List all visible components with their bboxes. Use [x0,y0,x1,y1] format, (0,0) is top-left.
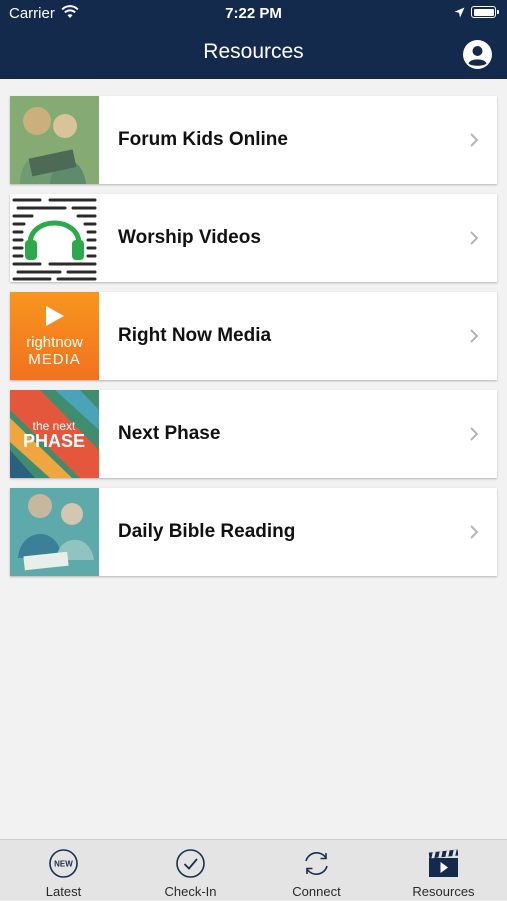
clock-time: 7:22 PM [225,5,282,22]
resource-item-label: Forum Kids Online [118,129,288,150]
kids-reading-photo [10,96,99,184]
headphones-graphic [10,194,99,282]
resource-item-label: Next Phase [118,423,221,444]
resources-list: Forum Kids Online Worship Videos rightno… [10,96,497,586]
chevron-right-icon [470,427,479,441]
logo-text-bottom: PHASE [23,431,85,451]
tab-latest[interactable]: NEW Latest [0,840,127,901]
tab-label: Check-In [164,884,217,899]
page-title: Resources [203,40,304,63]
chevron-right-icon [470,525,479,539]
tab-label: Connect [292,884,341,899]
tab-bar: NEW Latest Check-In Connect Resources [0,839,507,900]
chevron-right-icon [470,231,479,245]
resource-item-next-phase[interactable]: the next PHASE Next Phase [10,390,497,478]
tab-resources[interactable]: Resources [380,840,507,901]
children-reading-photo [10,488,99,576]
resource-item-label: Right Now Media [118,325,272,346]
resource-item-right-now-media[interactable]: rightnow MEDIA Right Now Media [10,292,497,380]
rightnow-media-logo: rightnow MEDIA [10,292,99,380]
clapperboard-icon [428,849,459,877]
checkmark-circle-icon [176,849,205,878]
resource-item-daily-bible-reading[interactable]: Daily Bible Reading [10,488,497,576]
new-badge-icon: NEW [49,849,78,878]
resource-item-forum-kids-online[interactable]: Forum Kids Online [10,96,497,184]
logo-text-bottom: MEDIA [28,351,81,368]
profile-icon[interactable] [463,40,492,69]
battery-icon [471,6,499,18]
tab-connect[interactable]: Connect [253,840,380,901]
sync-arrows-icon [305,852,328,875]
chevron-right-icon [470,329,479,343]
location-arrow-icon [454,7,465,18]
resource-item-worship-videos[interactable]: Worship Videos [10,194,497,282]
new-badge-text: NEW [54,860,73,869]
tab-label: Resources [412,884,475,899]
status-bar: Carrier 7:22 PM [0,0,507,28]
chevron-right-icon [470,133,479,147]
next-phase-graphic: the next PHASE [10,390,99,478]
tab-label: Latest [45,884,82,899]
logo-text-top: rightnow [26,334,83,351]
navigation-header: Carrier 7:22 PM Resources [0,0,507,79]
resource-item-label: Worship Videos [118,227,261,248]
tab-check-in[interactable]: Check-In [127,840,254,901]
resource-item-label: Daily Bible Reading [118,521,296,542]
